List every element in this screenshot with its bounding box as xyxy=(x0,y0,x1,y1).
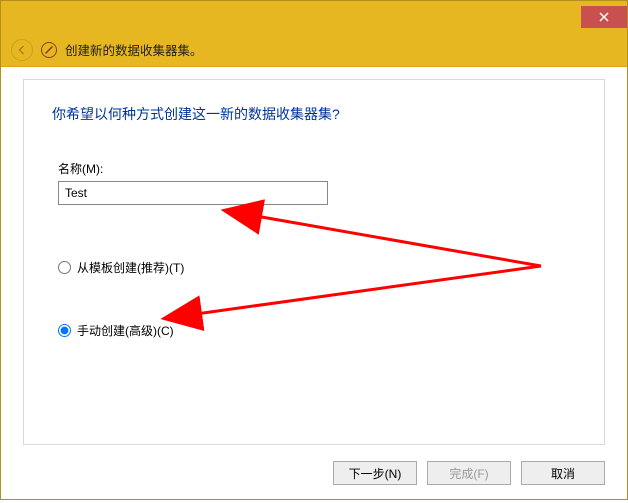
wizard-window: 创建新的数据收集器集。 你希望以何种方式创建这一新的数据收集器集? 名称(M):… xyxy=(0,0,628,500)
arrow-left-icon xyxy=(17,45,27,55)
name-label: 名称(M): xyxy=(58,160,576,177)
radio-template-input[interactable] xyxy=(58,261,71,274)
wizard-header: 创建新的数据收集器集。 xyxy=(1,33,627,67)
wizard-question: 你希望以何种方式创建这一新的数据收集器集? xyxy=(52,104,576,124)
cancel-button[interactable]: 取消 xyxy=(521,461,605,485)
radio-manual-option[interactable]: 手动创建(高级)(C) xyxy=(58,322,576,339)
wizard-button-bar: 下一步(N) 完成(F) 取消 xyxy=(333,461,605,485)
name-input[interactable] xyxy=(58,181,328,205)
radio-template-label: 从模板创建(推荐)(T) xyxy=(77,259,184,276)
prohibit-icon xyxy=(41,42,57,58)
title-bar xyxy=(1,1,627,33)
radio-template-option[interactable]: 从模板创建(推荐)(T) xyxy=(58,259,576,276)
radio-manual-label: 手动创建(高级)(C) xyxy=(77,322,174,339)
finish-button: 完成(F) xyxy=(427,461,511,485)
back-button[interactable] xyxy=(11,39,33,61)
content-panel: 你希望以何种方式创建这一新的数据收集器集? 名称(M): 从模板创建(推荐)(T… xyxy=(23,79,605,445)
next-button[interactable]: 下一步(N) xyxy=(333,461,417,485)
creation-method-radio-group: 从模板创建(推荐)(T) 手动创建(高级)(C) xyxy=(58,259,576,339)
radio-manual-input[interactable] xyxy=(58,324,71,337)
close-icon xyxy=(599,12,609,22)
close-button[interactable] xyxy=(581,6,627,28)
wizard-title: 创建新的数据收集器集。 xyxy=(65,40,203,59)
